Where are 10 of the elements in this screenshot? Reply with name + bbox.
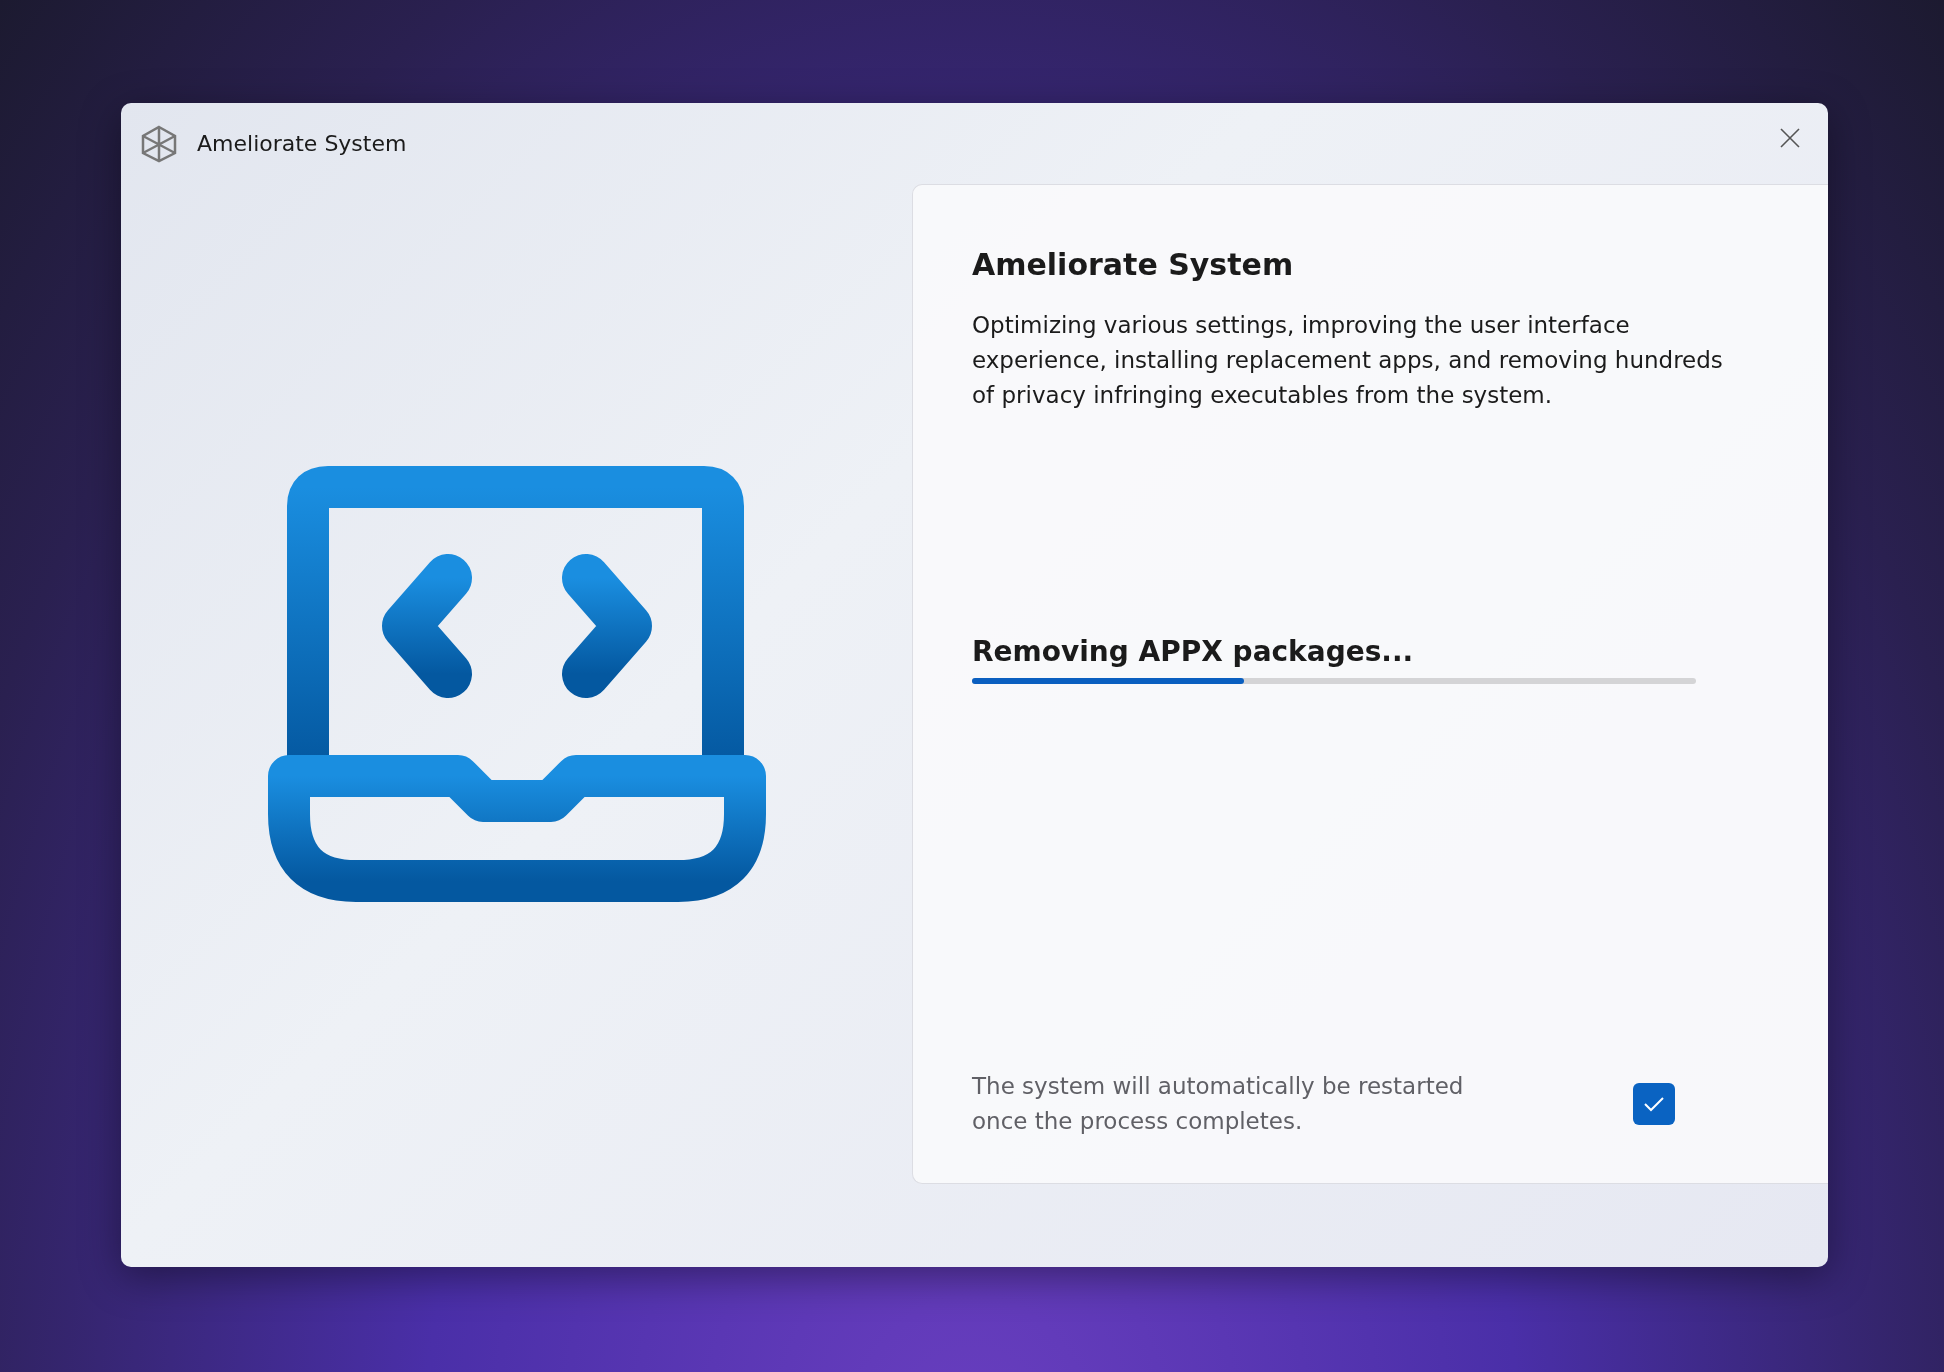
cube-logo-icon — [139, 123, 179, 164]
checkmark-icon — [1643, 1095, 1665, 1113]
panel-heading: Ameliorate System — [972, 247, 1295, 282]
restart-checkbox[interactable] — [1633, 1083, 1675, 1125]
laptop-code-icon — [267, 466, 766, 902]
description-text: Optimizing various settings, improving the user interface experience, installing replacement apps, and removing hundreds of privacy infringing executables from the system. — [972, 311, 1724, 410]
window-title: Ameliorate System — [197, 131, 408, 156]
progress-label: Removing APPX packages... — [972, 635, 1415, 668]
restart-notice: The system will automatically be restarted once the process completes. — [972, 1072, 1465, 1136]
close-icon — [1779, 126, 1801, 149]
